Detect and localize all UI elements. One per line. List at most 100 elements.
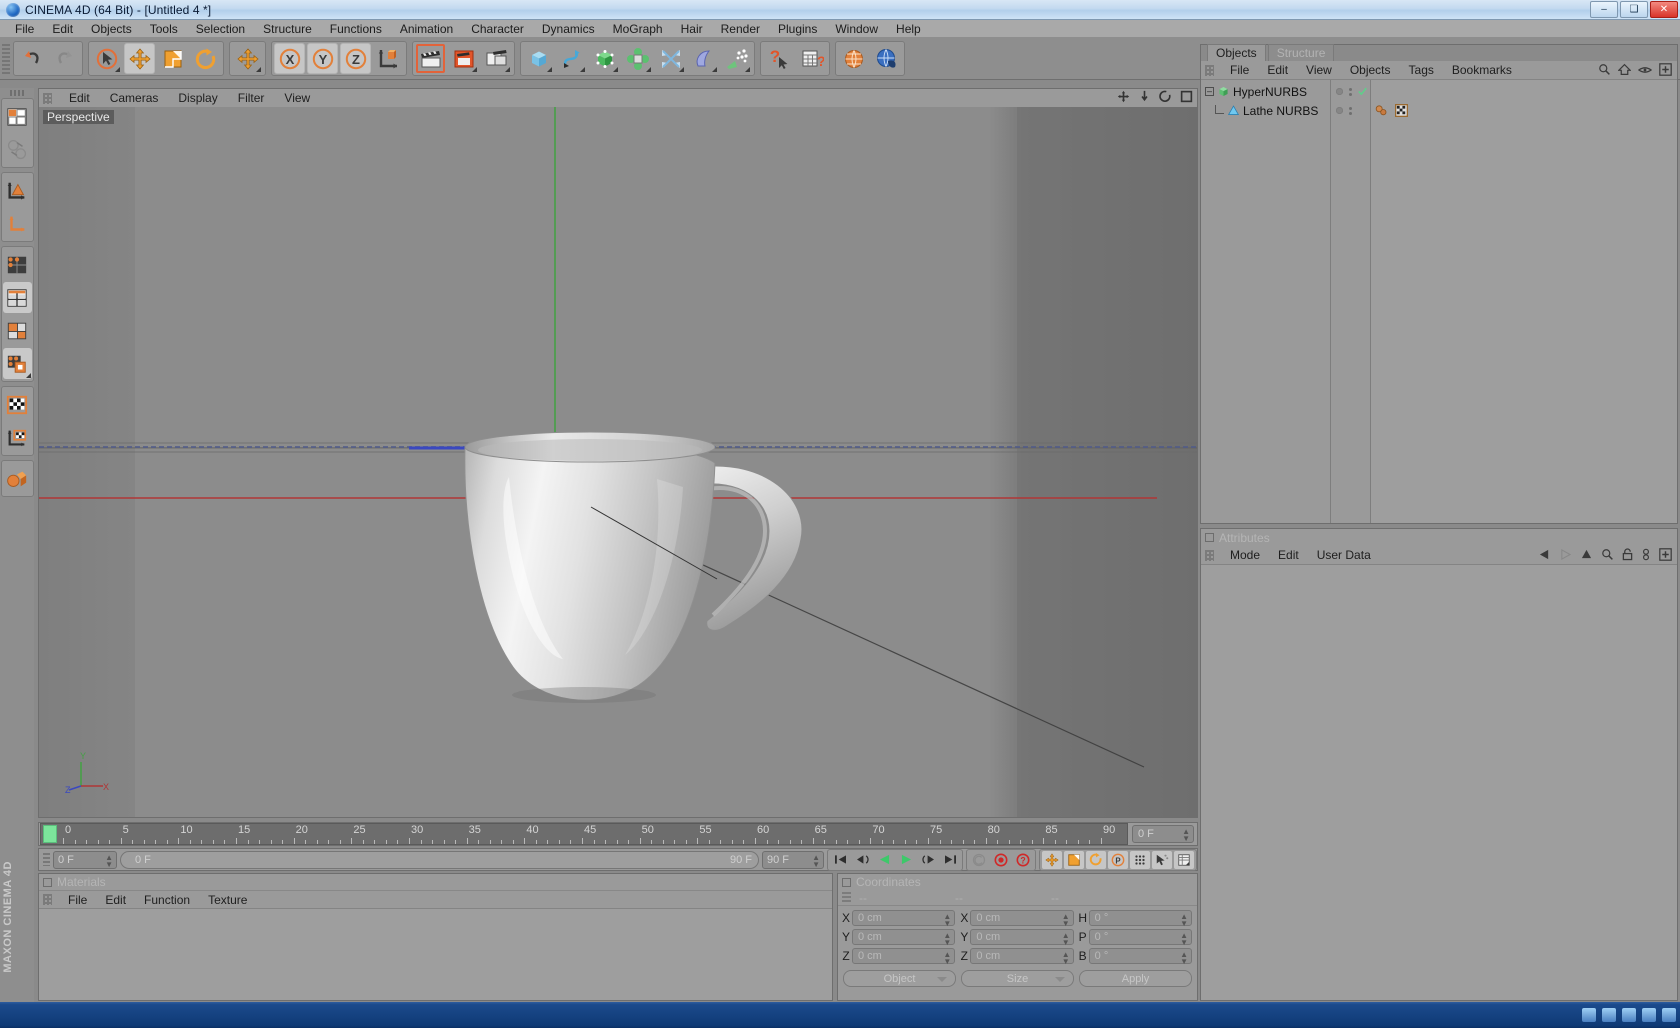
go-to-start-button[interactable] <box>830 850 850 869</box>
autokeying-button[interactable]: ? <box>1013 850 1033 869</box>
key-parameter-button[interactable]: P <box>1108 850 1128 869</box>
attr-menu-user-data[interactable]: User Data <box>1308 548 1380 562</box>
key-position-button[interactable] <box>1042 850 1062 869</box>
go-to-end-button[interactable] <box>940 850 960 869</box>
rot-b-field[interactable]: 0 ° ▲ ▼ <box>1088 948 1192 966</box>
attr-menu-mode[interactable]: Mode <box>1221 548 1269 562</box>
scale-tool-button[interactable] <box>157 43 188 74</box>
materials-panel-checkbox[interactable] <box>43 877 52 887</box>
expander-icon[interactable]: – <box>1205 87 1214 96</box>
spinner-icon[interactable]: ▲ ▼ <box>943 913 951 928</box>
menu-item-file[interactable]: File <box>6 21 43 37</box>
spinner-icon[interactable]: ▲ ▼ <box>1062 932 1070 947</box>
tray-icon-3[interactable] <box>1622 1008 1636 1022</box>
viewport-menu-filter[interactable]: Filter <box>228 91 275 105</box>
enable-axis-button[interactable] <box>2 463 32 494</box>
object-axis-mode-button[interactable] <box>2 208 32 239</box>
timeline-frame-field[interactable]: 0 F ▲ ▼ <box>1132 825 1194 843</box>
size-y-field[interactable]: 0 cm ▲ ▼ <box>970 929 1074 947</box>
frame-range-slider[interactable]: 0 F 90 F <box>120 850 759 869</box>
om-menu-view[interactable]: View <box>1297 63 1341 77</box>
editor-render-dots-icon[interactable] <box>1349 87 1352 96</box>
web-button[interactable] <box>838 43 869 74</box>
rot-p-field[interactable]: 0 ° ▲ ▼ <box>1088 929 1192 947</box>
tree-item-lathe-nurbs[interactable]: Lathe NURBS <box>1201 101 1330 120</box>
tray-icon-5[interactable] <box>1662 1008 1676 1022</box>
add-deformer-button[interactable] <box>655 43 686 74</box>
world-object-coordinates-button[interactable] <box>373 43 404 74</box>
size-x-field[interactable]: 0 cm ▲ ▼ <box>970 910 1074 928</box>
object-tree[interactable]: – HyperNURBS Lathe NURBS <box>1201 80 1331 523</box>
apply-button[interactable]: Apply <box>1079 970 1192 987</box>
timeline-playhead[interactable] <box>43 825 57 843</box>
next-key-button[interactable] <box>918 850 938 869</box>
viewport-canvas[interactable]: Perspective Y X Z <box>39 107 1197 817</box>
om-menu-tags[interactable]: Tags <box>1400 63 1443 77</box>
viewport-menu-display[interactable]: Display <box>168 91 227 105</box>
spinner-icon[interactable]: ▲ ▼ <box>1062 913 1070 928</box>
redo-button[interactable] <box>49 43 80 74</box>
spinner-icon[interactable]: ▲ ▼ <box>943 951 951 966</box>
spinner-icon[interactable]: ▲ ▼ <box>1180 932 1188 947</box>
materials-list[interactable] <box>39 908 832 1000</box>
object-manager-grip[interactable] <box>1205 64 1214 76</box>
viewport-menu-cameras[interactable]: Cameras <box>100 91 169 105</box>
viewport-menu-view[interactable]: View <box>274 91 320 105</box>
spinner-icon[interactable]: ▲ ▼ <box>105 853 113 868</box>
object-mode-dropdown[interactable]: Object <box>843 970 956 987</box>
visibility-dot-icon[interactable] <box>1336 107 1343 114</box>
toolbar-grip[interactable] <box>2 43 10 74</box>
lock-y-axis-button[interactable]: Y <box>307 43 338 74</box>
texture-mode-button[interactable] <box>2 389 32 420</box>
undo-button[interactable] <box>16 43 47 74</box>
visibility-dot-icon[interactable] <box>1336 88 1343 95</box>
add-particle-button[interactable] <box>721 43 752 74</box>
menu-item-render[interactable]: Render <box>712 21 769 37</box>
materials-menu-function[interactable]: Function <box>135 893 199 907</box>
key-points-button[interactable] <box>1130 850 1150 869</box>
add-spline-button[interactable] <box>556 43 587 74</box>
materials-menu-file[interactable]: File <box>59 893 96 907</box>
menu-item-tools[interactable]: Tools <box>141 21 187 37</box>
rot-h-field[interactable]: 0 ° ▲ ▼ <box>1088 910 1192 928</box>
visibility-dots-row-2[interactable] <box>1331 101 1370 120</box>
polygon-mode-button[interactable] <box>2 315 32 346</box>
spinner-icon[interactable]: ▲ ▼ <box>1182 828 1190 843</box>
minimize-button[interactable]: – <box>1590 1 1618 18</box>
materials-grip[interactable] <box>43 894 52 905</box>
move-tool-button[interactable] <box>124 43 155 74</box>
add-cube-button[interactable] <box>523 43 554 74</box>
make-editable-button[interactable] <box>2 101 32 132</box>
menu-item-animation[interactable]: Animation <box>391 21 462 37</box>
key-rotation-button[interactable] <box>1086 850 1106 869</box>
pos-x-field[interactable]: 0 cm ▲ ▼ <box>852 910 956 928</box>
tray-icon-1[interactable] <box>1582 1008 1596 1022</box>
transport-grip[interactable] <box>43 853 50 866</box>
size-mode-dropdown[interactable]: Size <box>961 970 1074 987</box>
materials-menu-edit[interactable]: Edit <box>96 893 135 907</box>
viewport-menu-edit[interactable]: Edit <box>59 91 100 105</box>
rotate-tool-button[interactable] <box>190 43 221 74</box>
viewport-grip[interactable] <box>43 92 52 104</box>
menu-item-plugins[interactable]: Plugins <box>769 21 826 37</box>
render-view-button[interactable] <box>415 43 446 74</box>
online-help-button[interactable] <box>871 43 902 74</box>
menu-item-functions[interactable]: Functions <box>321 21 391 37</box>
texture-axis-mode-button[interactable] <box>2 175 32 206</box>
menu-item-help[interactable]: Help <box>887 21 930 37</box>
attributes-panel-checkbox[interactable] <box>1205 533 1214 542</box>
play-reverse-button[interactable] <box>874 850 894 869</box>
close-button[interactable]: ✕ <box>1650 1 1678 18</box>
maximize-button[interactable]: ❑ <box>1620 1 1648 18</box>
attr-menu-edit[interactable]: Edit <box>1269 548 1308 562</box>
lock-x-axis-button[interactable]: X <box>274 43 305 74</box>
om-menu-objects[interactable]: Objects <box>1341 63 1400 77</box>
tree-item-hypernurbs[interactable]: – HyperNURBS <box>1201 82 1330 101</box>
om-menu-file[interactable]: File <box>1221 63 1258 77</box>
tray-icon-4[interactable] <box>1642 1008 1656 1022</box>
model-object-mode-button[interactable] <box>2 134 32 165</box>
spinner-icon[interactable]: ▲ ▼ <box>1180 951 1188 966</box>
timeline-ruler[interactable]: 0 5 10 15 20 25 30 35 40 45 50 55 60 65 70 75 80 85 90 <box>40 823 1128 845</box>
end-frame-field[interactable]: 90 F ▲ ▼ <box>762 850 824 869</box>
add-scene-object-button[interactable] <box>688 43 719 74</box>
